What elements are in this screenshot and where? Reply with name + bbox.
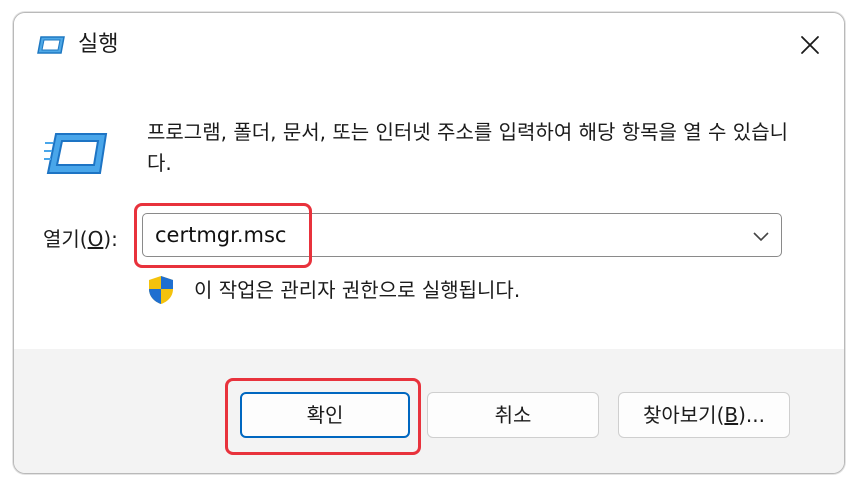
browse-label-prefix: 찾아보기( (642, 403, 725, 427)
ok-highlight-box (225, 378, 421, 455)
dialog-description: 프로그램, 폴더, 문서, 또는 인터넷 주소를 입력하여 해당 항목을 열 수… (147, 120, 789, 175)
open-label-suffix: ): (103, 227, 118, 251)
browse-label-suffix: )... (738, 403, 765, 427)
cancel-button[interactable]: 취소 (427, 392, 599, 438)
uac-shield-icon (147, 275, 175, 305)
open-label: 열기(O): (43, 225, 118, 253)
run-program-icon (43, 131, 110, 177)
command-highlight-box (134, 203, 312, 268)
window-title: 실행 (78, 32, 119, 57)
title-bar[interactable]: 실행 (14, 13, 844, 79)
browse-label-mnemonic: B (724, 403, 739, 427)
run-icon (36, 35, 66, 55)
button-bar: 확인 취소 찾아보기(B)... (14, 349, 844, 473)
close-button[interactable] (784, 21, 836, 73)
dialog-content: 프로그램, 폴더, 문서, 또는 인터넷 주소를 입력하여 해당 항목을 열 수… (14, 79, 844, 349)
admin-privilege-note: 이 작업은 관리자 권한으로 실행됩니다. (194, 278, 521, 302)
open-label-mnemonic: O (87, 227, 104, 251)
chevron-down-icon[interactable] (749, 224, 773, 248)
close-icon (799, 34, 821, 60)
browse-button[interactable]: 찾아보기(B)... (618, 392, 790, 438)
open-label-prefix: 열기( (43, 227, 88, 251)
run-dialog: 실행 프로그램, 폴더, 문서, 또는 인터넷 주소를 입력하여 해당 항목을 … (13, 12, 845, 474)
